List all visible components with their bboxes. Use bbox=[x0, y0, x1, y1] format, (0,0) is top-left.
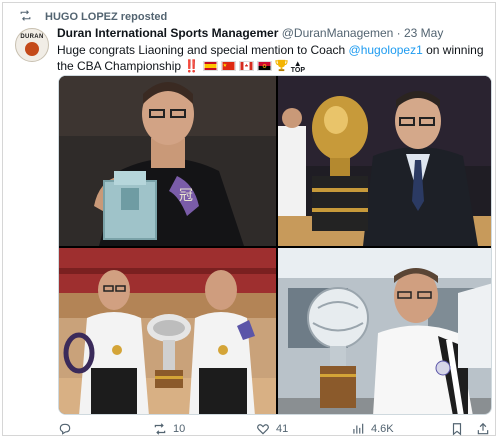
repost-count: 10 bbox=[173, 423, 186, 435]
repost-indicator: HUGO LOPEZ reposted bbox=[15, 10, 167, 24]
author-handle[interactable]: @DuranManagemen bbox=[282, 26, 394, 40]
share-button[interactable] bbox=[476, 422, 490, 436]
media-grid: 冠 bbox=[58, 75, 492, 415]
tweet-card[interactable]: HUGO LOPEZ reposted DURAN Duran Internat… bbox=[2, 2, 496, 436]
coach-with-cup-photo[interactable] bbox=[278, 76, 491, 246]
mention-link[interactable]: @hugolopez1 bbox=[349, 43, 423, 57]
share-icon bbox=[477, 422, 489, 435]
avatar-logo-text: DURAN bbox=[20, 34, 44, 40]
bookmark-button[interactable] bbox=[450, 422, 464, 436]
views-count: 4.6K bbox=[371, 423, 394, 435]
china-flag-icon bbox=[220, 61, 236, 71]
bookmark-icon bbox=[452, 423, 462, 436]
svg-text:冠: 冠 bbox=[179, 188, 193, 204]
repost-label[interactable]: HUGO LOPEZ reposted bbox=[45, 11, 167, 23]
repost-button[interactable]: 10 bbox=[153, 422, 185, 436]
tweet-text: Huge congrats Liaoning and special menti… bbox=[57, 42, 485, 76]
two-coaches-trophies-photo[interactable] bbox=[59, 248, 276, 414]
header-separator: · bbox=[396, 26, 401, 40]
basketball-icon bbox=[25, 42, 39, 56]
tweet-header: Duran International Sports Managemer @Du… bbox=[57, 25, 485, 41]
heart-icon bbox=[257, 424, 269, 435]
author-name[interactable]: Duran International Sports Managemer bbox=[57, 26, 278, 40]
views-chart-icon bbox=[353, 423, 364, 434]
like-count: 41 bbox=[276, 423, 289, 435]
like-button[interactable]: 41 bbox=[256, 422, 288, 436]
repost-icon bbox=[154, 423, 166, 435]
spain-flag-icon bbox=[202, 61, 218, 71]
tweet-actions: 10 41 4.6K bbox=[58, 421, 492, 437]
reply-icon bbox=[59, 423, 71, 435]
top-arrow-icon: ▲ TOP bbox=[290, 59, 305, 75]
reply-button[interactable] bbox=[58, 422, 78, 436]
views-button[interactable]: 4.6K bbox=[351, 422, 394, 436]
coach-with-trophy-photo[interactable]: 冠 bbox=[59, 76, 276, 246]
top-label: TOP bbox=[290, 67, 305, 74]
avatar[interactable]: DURAN bbox=[15, 28, 49, 62]
tweet-content: Duran International Sports Managemer @Du… bbox=[57, 25, 485, 76]
coach-holding-trophy-photo[interactable] bbox=[278, 248, 491, 414]
tweet-text-part1: Huge congrats Liaoning and special menti… bbox=[57, 43, 349, 57]
double-exclamation-emoji: ‼️ bbox=[184, 59, 200, 73]
angola-flag-icon bbox=[256, 61, 272, 71]
trophy-icon bbox=[275, 59, 288, 76]
canada-flag-icon bbox=[238, 61, 254, 71]
tweet-date[interactable]: 23 May bbox=[404, 26, 443, 40]
repost-icon bbox=[15, 9, 35, 25]
